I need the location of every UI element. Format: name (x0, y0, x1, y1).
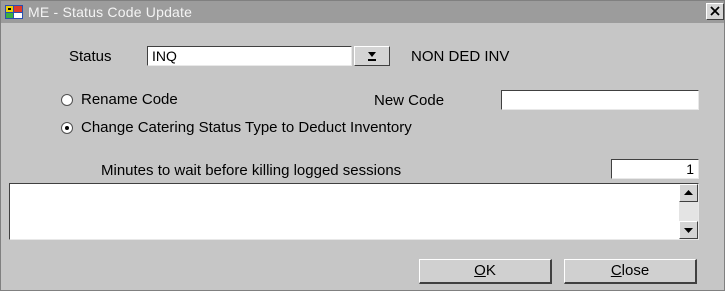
change-status-type-label[interactable]: Change Catering Status Type to Deduct In… (81, 119, 412, 137)
ok-button[interactable]: OK (419, 259, 552, 284)
scroll-down-icon (684, 228, 693, 233)
status-code-update-dialog: ME - Status Code Update Status INQ NON D… (0, 0, 725, 291)
close-button-label: lose (621, 262, 650, 279)
memo-scrollbar[interactable] (679, 184, 698, 239)
status-label: Status (69, 48, 112, 65)
status-dropdown-button[interactable] (354, 46, 390, 66)
rename-code-label[interactable]: Rename Code (81, 91, 178, 109)
radio-selected-dot (65, 126, 69, 130)
minutes-label: Minutes to wait before killing logged se… (101, 162, 402, 179)
window-close-button[interactable] (706, 3, 724, 20)
ok-button-accel: O (474, 262, 486, 279)
new-code-input[interactable] (501, 90, 699, 110)
minutes-input[interactable]: 1 (611, 159, 699, 179)
close-button-accel: C (610, 262, 622, 279)
window-title: ME - Status Code Update (28, 4, 193, 20)
scroll-up-button[interactable] (679, 184, 698, 202)
message-text-area[interactable] (9, 183, 699, 240)
close-button[interactable]: Close (564, 259, 697, 284)
chevron-down-icon (368, 52, 376, 61)
status-input[interactable]: INQ (147, 46, 352, 66)
change-status-type-radio[interactable] (61, 122, 73, 134)
scroll-up-icon (684, 190, 693, 195)
status-description: NON DED INV (411, 48, 510, 65)
new-code-label: New Code (374, 92, 445, 109)
rename-code-radio[interactable] (61, 94, 73, 106)
app-icon (5, 5, 23, 19)
scroll-down-button[interactable] (679, 221, 698, 239)
title-bar: ME - Status Code Update (1, 1, 724, 23)
close-icon (710, 6, 720, 16)
ok-button-label: K (485, 262, 496, 279)
